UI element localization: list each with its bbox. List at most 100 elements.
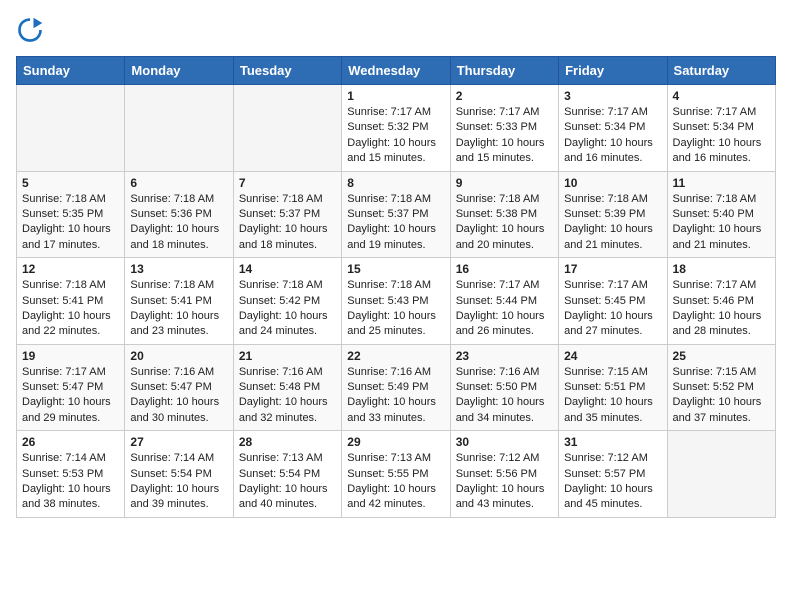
day-of-week-monday: Monday bbox=[125, 57, 233, 85]
daylight-minutes-text: and 18 minutes. bbox=[130, 239, 208, 251]
day-number: 18 bbox=[673, 262, 770, 276]
daylight-minutes-text: and 21 minutes. bbox=[673, 239, 751, 251]
sunrise-text: Sunrise: 7:14 AM bbox=[22, 452, 106, 464]
day-info: Sunrise: 7:15 AMSunset: 5:52 PMDaylight:… bbox=[673, 365, 770, 427]
sunset-text: Sunset: 5:51 PM bbox=[564, 381, 645, 393]
calendar-week-5: 26 Sunrise: 7:14 AM Sunset: 5:53 PM Dayligh… bbox=[17, 431, 776, 518]
daylight-minutes-text: and 28 minutes. bbox=[673, 325, 751, 337]
daylight-minutes-text: and 15 minutes. bbox=[347, 152, 425, 164]
daylight-minutes-text: and 22 minutes. bbox=[22, 325, 100, 337]
sunset-text: Sunset: 5:41 PM bbox=[22, 295, 103, 307]
sunset-text: Sunset: 5:42 PM bbox=[239, 295, 320, 307]
calendar-header-row: SundayMondayTuesdayWednesdayThursdayFrid… bbox=[17, 57, 776, 85]
calendar-cell: 27Sunrise: 7:14 AMSunset: 5:54 PMDayligh… bbox=[125, 431, 233, 518]
sunrise-text: Sunrise: 7:18 AM bbox=[22, 193, 106, 205]
calendar-cell bbox=[233, 85, 341, 172]
calendar-cell: 20 Sunrise: 7:16 AMSunset: 5:47 PMDayligh… bbox=[125, 344, 233, 431]
sunrise-text: Sunrise: 7:15 AM bbox=[673, 366, 757, 378]
day-info: Sunrise: 7:17 AMSunset: 5:46 PMDaylight:… bbox=[673, 278, 770, 340]
sunset-text: Sunset: 5:33 PM bbox=[456, 121, 537, 133]
calendar-cell: 19Sunrise: 7:17 AMSunset: 5:47 PMDayligh… bbox=[17, 344, 125, 431]
sunset-text: Sunset: 5:54 PM bbox=[239, 468, 320, 480]
calendar-table: SundayMondayTuesdayWednesdayThursdayFrid… bbox=[16, 56, 776, 518]
day-number: 28 bbox=[239, 435, 336, 449]
sunrise-text: Sunrise: 7:17 AM bbox=[347, 106, 431, 118]
daylight-minutes-text: and 23 minutes. bbox=[130, 325, 208, 337]
day-number: 26 bbox=[22, 435, 119, 449]
calendar-cell: 22Sunrise: 7:16 AMSunset: 5:49 PMDayligh… bbox=[342, 344, 450, 431]
daylight-hours-text: Daylight: 10 hours bbox=[456, 310, 545, 322]
day-info: Sunrise: 7:15 AMSunset: 5:51 PMDaylight:… bbox=[564, 365, 661, 427]
sunset-text: Sunset: 5:39 PM bbox=[564, 208, 645, 220]
calendar-cell: 11 Sunrise: 7:18 AMSunset: 5:40 PMDayligh… bbox=[667, 171, 775, 258]
daylight-minutes-text: and 16 minutes. bbox=[564, 152, 642, 164]
day-number: 20 bbox=[130, 349, 227, 363]
sunrise-text: Sunrise: 7:18 AM bbox=[239, 279, 323, 291]
day-number: 11 bbox=[673, 176, 770, 190]
sunrise-text: Sunrise: 7:16 AM bbox=[456, 366, 540, 378]
daylight-minutes-text: and 15 minutes. bbox=[456, 152, 534, 164]
day-info: Sunrise: 7:16 AMSunset: 5:50 PMDaylight:… bbox=[456, 365, 553, 427]
day-number: 17 bbox=[564, 262, 661, 276]
daylight-minutes-text: and 19 minutes. bbox=[347, 239, 425, 251]
calendar-cell: 24Sunrise: 7:15 AMSunset: 5:51 PMDayligh… bbox=[559, 344, 667, 431]
day-info: Sunrise: 7:17 AMSunset: 5:45 PMDaylight:… bbox=[564, 278, 661, 340]
day-of-week-sunday: Sunday bbox=[17, 57, 125, 85]
daylight-minutes-text: and 29 minutes. bbox=[22, 412, 100, 424]
calendar-cell: 5Sunrise: 7:18 AMSunset: 5:35 PMDaylight… bbox=[17, 171, 125, 258]
sunset-text: Sunset: 5:34 PM bbox=[673, 121, 754, 133]
sunset-text: Sunset: 5:35 PM bbox=[22, 208, 103, 220]
day-of-week-tuesday: Tuesday bbox=[233, 57, 341, 85]
sunrise-text: Sunrise: 7:15 AM bbox=[564, 366, 648, 378]
daylight-hours-text: Daylight: 10 hours bbox=[347, 223, 436, 235]
daylight-minutes-text: and 33 minutes. bbox=[347, 412, 425, 424]
day-number: 30 bbox=[456, 435, 553, 449]
daylight-minutes-text: and 38 minutes. bbox=[22, 498, 100, 510]
sunset-text: Sunset: 5:41 PM bbox=[130, 295, 211, 307]
sunset-text: Sunset: 5:54 PM bbox=[130, 468, 211, 480]
daylight-hours-text: Daylight: 10 hours bbox=[347, 483, 436, 495]
daylight-hours-text: Daylight: 10 hours bbox=[239, 396, 328, 408]
daylight-hours-text: Daylight: 10 hours bbox=[22, 396, 111, 408]
daylight-hours-text: Daylight: 10 hours bbox=[673, 310, 762, 322]
day-number: 1 bbox=[347, 89, 444, 103]
sunrise-text: Sunrise: 7:18 AM bbox=[347, 193, 431, 205]
daylight-hours-text: Daylight: 10 hours bbox=[22, 223, 111, 235]
day-info: Sunrise: 7:17 AMSunset: 5:32 PMDaylight:… bbox=[347, 105, 444, 167]
daylight-minutes-text: and 16 minutes. bbox=[673, 152, 751, 164]
daylight-hours-text: Daylight: 10 hours bbox=[239, 310, 328, 322]
daylight-hours-text: Daylight: 10 hours bbox=[239, 223, 328, 235]
calendar-week-2: 5Sunrise: 7:18 AMSunset: 5:35 PMDaylight… bbox=[17, 171, 776, 258]
daylight-minutes-text: and 43 minutes. bbox=[456, 498, 534, 510]
sunset-text: Sunset: 5:55 PM bbox=[347, 468, 428, 480]
calendar-cell: 15Sunrise: 7:18 AMSunset: 5:43 PMDayligh… bbox=[342, 258, 450, 345]
day-info: Sunrise: 7:18 AMSunset: 5:38 PMDaylight:… bbox=[456, 192, 553, 254]
sunrise-text: Sunrise: 7:17 AM bbox=[456, 279, 540, 291]
calendar-cell: 16Sunrise: 7:17 AMSunset: 5:44 PMDayligh… bbox=[450, 258, 558, 345]
sunrise-text: Sunrise: 7:12 AM bbox=[564, 452, 648, 464]
day-number: 31 bbox=[564, 435, 661, 449]
daylight-minutes-text: and 35 minutes. bbox=[564, 412, 642, 424]
calendar-cell: 2Sunrise: 7:17 AMSunset: 5:33 PMDaylight… bbox=[450, 85, 558, 172]
sunrise-text: Sunrise: 7:18 AM bbox=[239, 193, 323, 205]
calendar-cell: 6Sunrise: 7:18 AMSunset: 5:36 PMDaylight… bbox=[125, 171, 233, 258]
calendar-cell bbox=[125, 85, 233, 172]
daylight-minutes-text: and 37 minutes. bbox=[673, 412, 751, 424]
day-info: Sunrise: 7:18 AMSunset: 5:41 PMDaylight:… bbox=[22, 278, 119, 340]
daylight-hours-text: Daylight: 10 hours bbox=[130, 310, 219, 322]
day-of-week-wednesday: Wednesday bbox=[342, 57, 450, 85]
sunrise-text: Sunrise: 7:16 AM bbox=[130, 366, 214, 378]
daylight-hours-text: Daylight: 10 hours bbox=[130, 223, 219, 235]
sunset-text: Sunset: 5:53 PM bbox=[22, 468, 103, 480]
day-info: Sunrise: 7:18 AMSunset: 5:40 PMDaylight:… bbox=[673, 192, 770, 254]
sunset-text: Sunset: 5:52 PM bbox=[673, 381, 754, 393]
calendar-cell bbox=[667, 431, 775, 518]
sunrise-text: Sunrise: 7:13 AM bbox=[239, 452, 323, 464]
daylight-minutes-text: and 20 minutes. bbox=[456, 239, 534, 251]
day-info: Sunrise: 7:14 AMSunset: 5:54 PMDaylight:… bbox=[130, 451, 227, 513]
sunrise-text: Sunrise: 7:16 AM bbox=[239, 366, 323, 378]
daylight-hours-text: Daylight: 10 hours bbox=[564, 483, 653, 495]
day-info: Sunrise: 7:16 AMSunset: 5:47 PMDaylight:… bbox=[130, 365, 227, 427]
day-info: Sunrise: 7:18 AMSunset: 5:39 PMDaylight:… bbox=[564, 192, 661, 254]
daylight-hours-text: Daylight: 10 hours bbox=[673, 223, 762, 235]
